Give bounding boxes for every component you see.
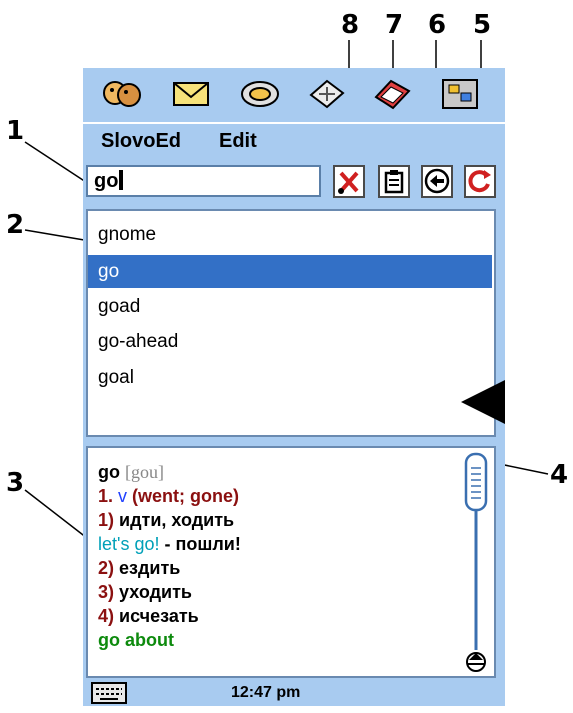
example-separator: - xyxy=(159,534,176,554)
refresh-icon xyxy=(468,170,491,193)
search-input-text: go xyxy=(94,170,119,192)
refresh-button[interactable] xyxy=(464,165,496,198)
part-of-speech: v xyxy=(118,486,128,506)
status-bar: 12:47 pm xyxy=(83,680,505,706)
transcription: [gou] xyxy=(125,462,165,482)
contacts-icon[interactable] xyxy=(101,75,143,113)
entry-number: 3) xyxy=(98,582,115,602)
sense-number: 1. xyxy=(98,486,114,506)
cut-button[interactable] xyxy=(333,165,365,198)
sync-icon[interactable] xyxy=(239,75,281,113)
entry-translation: идти, ходить xyxy=(119,510,235,530)
text-caret xyxy=(119,170,124,190)
menu-slovoed[interactable]: SlovoEd xyxy=(101,130,181,153)
entry-number: 4) xyxy=(98,606,115,626)
search-row: go xyxy=(83,163,505,203)
calculator-icon[interactable] xyxy=(305,75,347,113)
back-button[interactable] xyxy=(421,165,453,198)
app-toolbar xyxy=(83,68,505,120)
cut-icon xyxy=(338,171,359,194)
phrase: go about xyxy=(98,630,174,650)
example-translation: пошли! xyxy=(175,534,241,554)
entry-translation: ездить xyxy=(119,558,181,578)
clock: 12:47 pm xyxy=(231,684,301,701)
word-list-item[interactable]: goal xyxy=(88,361,492,394)
word-list-item[interactable]: gnome xyxy=(88,218,492,251)
paste-button[interactable] xyxy=(378,165,410,198)
pda-screen: SlovoEd Edit go gnome go goad go-ahead g… xyxy=(83,68,505,706)
word-list-item[interactable]: go-ahead xyxy=(88,325,492,358)
entry-translation: исчезать xyxy=(119,606,199,626)
entry-number: 2) xyxy=(98,558,115,578)
example: let's go! xyxy=(98,534,160,554)
entry-number: 1) xyxy=(98,510,115,530)
verb-forms: (went; gone) xyxy=(132,486,240,506)
menu-bar: SlovoEd Edit xyxy=(83,122,505,159)
word-list: gnome go goad go-ahead goal xyxy=(86,209,496,437)
search-input[interactable]: go xyxy=(86,165,321,197)
word-list-item-selected[interactable]: go xyxy=(88,255,492,288)
headword: go xyxy=(98,462,120,482)
notes-icon[interactable] xyxy=(371,75,413,113)
pane-pointer-arrow-icon[interactable] xyxy=(461,380,505,424)
article-scrollbar[interactable] xyxy=(460,450,492,674)
word-list-item[interactable]: goad xyxy=(88,290,492,323)
apps-icon[interactable] xyxy=(439,75,481,113)
article-pane: go [gou] 1. v (went; gone) 1) идти, ходи… xyxy=(86,446,496,678)
back-icon xyxy=(424,168,450,194)
paste-icon xyxy=(384,170,404,194)
entry-translation: уходить xyxy=(119,582,192,602)
menu-edit[interactable]: Edit xyxy=(219,130,257,153)
keyboard-icon[interactable] xyxy=(91,682,127,704)
mail-icon[interactable] xyxy=(170,75,212,113)
